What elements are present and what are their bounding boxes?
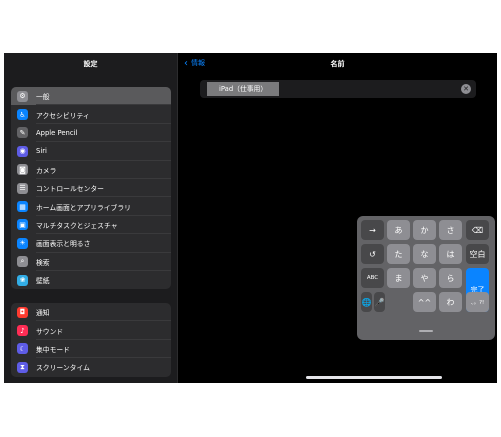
sidebar-item[interactable]: ⧗ スクリーンタイム	[11, 358, 171, 376]
brightness-icon: ☀	[17, 237, 28, 249]
name-input[interactable]: iPad（仕事用） ✕	[200, 80, 476, 98]
undo-key[interactable]: ↺	[361, 244, 384, 264]
kana-ta-key[interactable]: た	[387, 244, 410, 264]
sidebar-item-label: Siri	[36, 147, 47, 156]
globe-key[interactable]: 🌐	[361, 292, 372, 312]
home-screen-icon: ▦	[17, 201, 28, 213]
pencil-icon: ✎	[17, 127, 28, 139]
kana-ha-key[interactable]: は	[439, 244, 462, 264]
home-indicator	[306, 376, 442, 379]
sidebar-item[interactable]: ▣ マルチタスクとジェスチャ	[11, 216, 171, 235]
gear-icon: ⚙	[17, 90, 28, 102]
siri-icon: ◉	[17, 145, 28, 157]
clear-text-icon[interactable]: ✕	[461, 84, 471, 94]
emoticon-key[interactable]: ^^	[413, 292, 436, 312]
sidebar-item-label: 画面表示と明るさ	[36, 240, 91, 249]
sidebar-item[interactable]: ☾ 集中モード	[11, 340, 171, 359]
ipad-screen: 設定 ⚙ 一般 ♿ アクセシビリティ ✎ Apple Pencil ◉ Siri ◙ カメラ ☰ コン…	[4, 53, 497, 383]
sidebar-item[interactable]: ❀ 壁紙	[11, 271, 171, 289]
accessibility-icon: ♿	[17, 109, 28, 121]
sidebar-item[interactable]: ◉ Siri	[11, 142, 171, 161]
sidebar-item[interactable]: ✎ Apple Pencil	[11, 124, 171, 143]
multitasking-icon: ▣	[17, 219, 28, 231]
focus-moon-icon: ☾	[17, 343, 28, 355]
punctuation-key[interactable]: 、。?!	[466, 292, 489, 312]
kana-ya-key[interactable]: や	[413, 268, 436, 288]
microphone-key[interactable]: 🎤	[374, 292, 385, 312]
sidebar-item[interactable]: ♿ アクセシビリティ	[11, 105, 171, 124]
kana-wa-key[interactable]: わ	[439, 292, 462, 312]
kana-sa-key[interactable]: さ	[439, 220, 462, 240]
keyboard-drag-handle[interactable]	[419, 330, 433, 332]
page-title: 名前	[330, 60, 345, 68]
notifications-icon: ◘	[17, 306, 28, 318]
sidebar-item[interactable]: ⚙ 一般	[11, 87, 171, 106]
settings-group-2: ◘ 通知 ♪ サウンド ☾ 集中モード ⧗ スクリーンタイム	[11, 303, 171, 377]
sidebar-item[interactable]: ♪ サウンド	[11, 321, 171, 340]
sidebar-item[interactable]: ☰ コントロールセンター	[11, 179, 171, 198]
sidebar-item-label: 集中モード	[36, 345, 70, 354]
kana-a-key[interactable]: あ	[387, 220, 410, 240]
sidebar-item-label: アクセシビリティ	[36, 111, 90, 120]
camera-icon: ◙	[17, 164, 28, 176]
sidebar-item-label: コントロールセンター	[36, 185, 104, 194]
sidebar-item[interactable]: ◙ カメラ	[11, 161, 171, 179]
sidebar-item-label: マルチタスクとジェスチャ	[36, 221, 118, 230]
name-input-value: iPad（仕事用）	[207, 82, 280, 96]
sidebar-item-label: 通知	[36, 309, 50, 318]
sidebar-item-label: スクリーンタイム	[36, 364, 90, 373]
japanese-kana-keyboard: → あかさ ⌫ ↺ たなは空白 ABC まやら完了 🌐 🎤 ^^ わ、。?!	[357, 216, 495, 340]
screen-time-icon: ⧗	[17, 361, 28, 373]
delete-key[interactable]: ⌫	[466, 220, 489, 240]
sidebar-item[interactable]: ◘ 通知	[11, 303, 171, 322]
sidebar-item-label: 壁紙	[36, 277, 50, 286]
search-icon: ⌕	[17, 256, 28, 268]
control-center-icon: ☰	[17, 182, 28, 194]
sidebar-item[interactable]: ▦ ホーム画面とアプリライブラリ	[11, 197, 171, 216]
sidebar-title: 設定	[83, 60, 98, 68]
sidebar-item-label: 一般	[36, 93, 50, 102]
kana-ma-key[interactable]: ま	[387, 268, 410, 288]
settings-group-1: ⚙ 一般 ♿ アクセシビリティ ✎ Apple Pencil ◉ Siri ◙ カメラ ☰ コントロー…	[11, 87, 171, 290]
sidebar-item-label: サウンド	[36, 327, 64, 336]
sidebar-item[interactable]: ⌕ 検索	[11, 253, 171, 271]
space-key[interactable]: 空白	[466, 244, 489, 264]
next-candidate-key[interactable]: →	[361, 220, 384, 240]
sidebar-item-label: ホーム画面とアプリライブラリ	[36, 203, 131, 212]
sidebar-item-label: 検索	[36, 258, 50, 267]
wallpaper-icon: ❀	[17, 274, 28, 286]
sidebar-item-label: カメラ	[36, 166, 57, 175]
kana-ra-key[interactable]: ら	[439, 268, 462, 288]
settings-sidebar: 設定 ⚙ 一般 ♿ アクセシビリティ ✎ Apple Pencil ◉ Siri ◙ カメラ ☰ コン…	[4, 53, 178, 383]
kana-na-key[interactable]: な	[413, 244, 436, 264]
abc-key[interactable]: ABC	[361, 268, 384, 288]
sidebar-item-label: Apple Pencil	[36, 128, 78, 137]
sound-icon: ♪	[17, 325, 28, 337]
sidebar-item[interactable]: ☀ 画面表示と明るさ	[11, 234, 171, 253]
kana-ka-key[interactable]: か	[413, 220, 436, 240]
